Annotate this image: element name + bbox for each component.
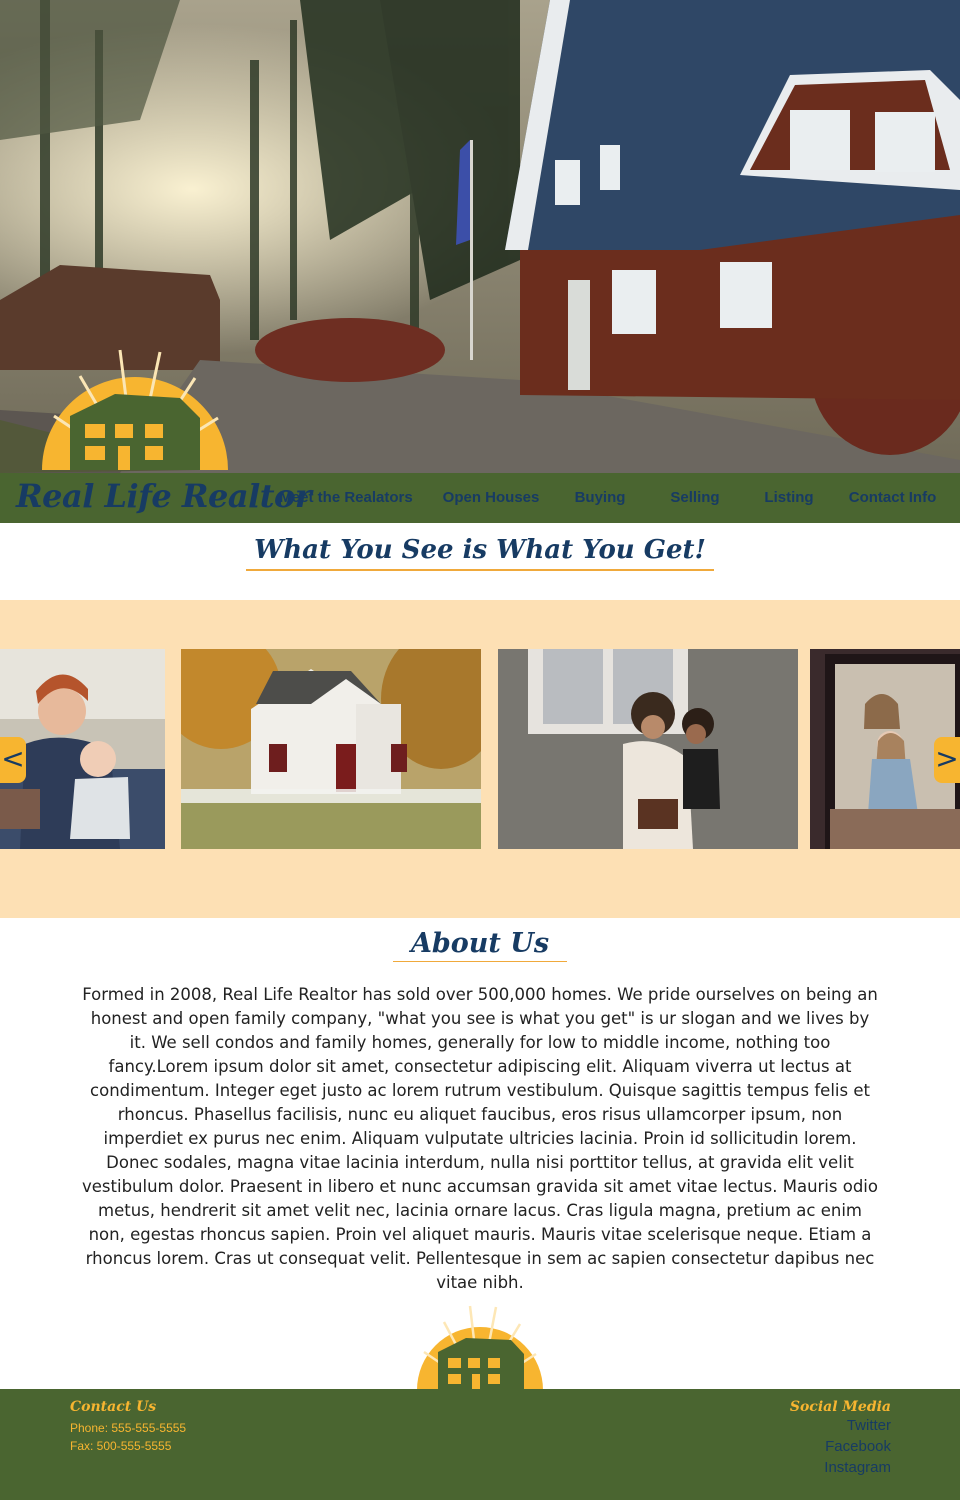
nav-item-open-houses[interactable]: Open Houses	[431, 473, 551, 523]
contact-heading: Contact Us	[70, 1399, 157, 1415]
nav-item-selling[interactable]: Selling	[655, 473, 735, 523]
nav-item-meet-the-realators[interactable]: Meet the Realators	[271, 473, 421, 523]
carousel-slide[interactable]	[498, 649, 798, 849]
social-link-instagram[interactable]: Instagram	[790, 1457, 891, 1478]
brand-name[interactable]: Real Life Realtor	[16, 473, 312, 523]
photo-carousel: < >	[0, 600, 960, 918]
footer-social: Social Media Twitter Facebook Instagram	[790, 1399, 891, 1478]
about-title: About Us	[392, 928, 568, 962]
social-link-twitter[interactable]: Twitter	[790, 1415, 891, 1436]
tagline-text: What You See is What You Get!	[246, 535, 714, 571]
sun-house-logo-small	[417, 1305, 543, 1390]
contact-phone[interactable]: Phone: 555-555-5555	[70, 1419, 186, 1437]
mother-and-daughter-photo	[498, 649, 798, 849]
carousel-slide[interactable]	[181, 649, 481, 849]
about-heading: About Us	[0, 928, 960, 962]
carousel-prev-button[interactable]: <	[0, 737, 26, 783]
social-heading: Social Media	[789, 1399, 891, 1415]
white-house-photo	[181, 649, 481, 849]
about-body: Formed in 2008, Real Life Realtor has so…	[82, 985, 878, 1292]
site-footer: Contact Us Phone: 555-555-5555 Fax: 500-…	[0, 1389, 960, 1500]
social-link-facebook[interactable]: Facebook	[790, 1436, 891, 1457]
nav-item-listing[interactable]: Listing	[749, 473, 829, 523]
footer-contact: Contact Us Phone: 555-555-5555 Fax: 500-…	[70, 1399, 186, 1455]
sun-house-logo[interactable]	[40, 346, 230, 470]
main-nav: Real Life Realtor Meet the Realators Ope…	[0, 473, 960, 523]
contact-fax: Fax: 500-555-5555	[70, 1439, 172, 1453]
nav-item-contact-info[interactable]: Contact Info	[840, 473, 945, 523]
tagline-heading: What You See is What You Get!	[0, 535, 960, 571]
nav-item-buying[interactable]: Buying	[560, 473, 640, 523]
carousel-next-button[interactable]: >	[934, 737, 960, 783]
